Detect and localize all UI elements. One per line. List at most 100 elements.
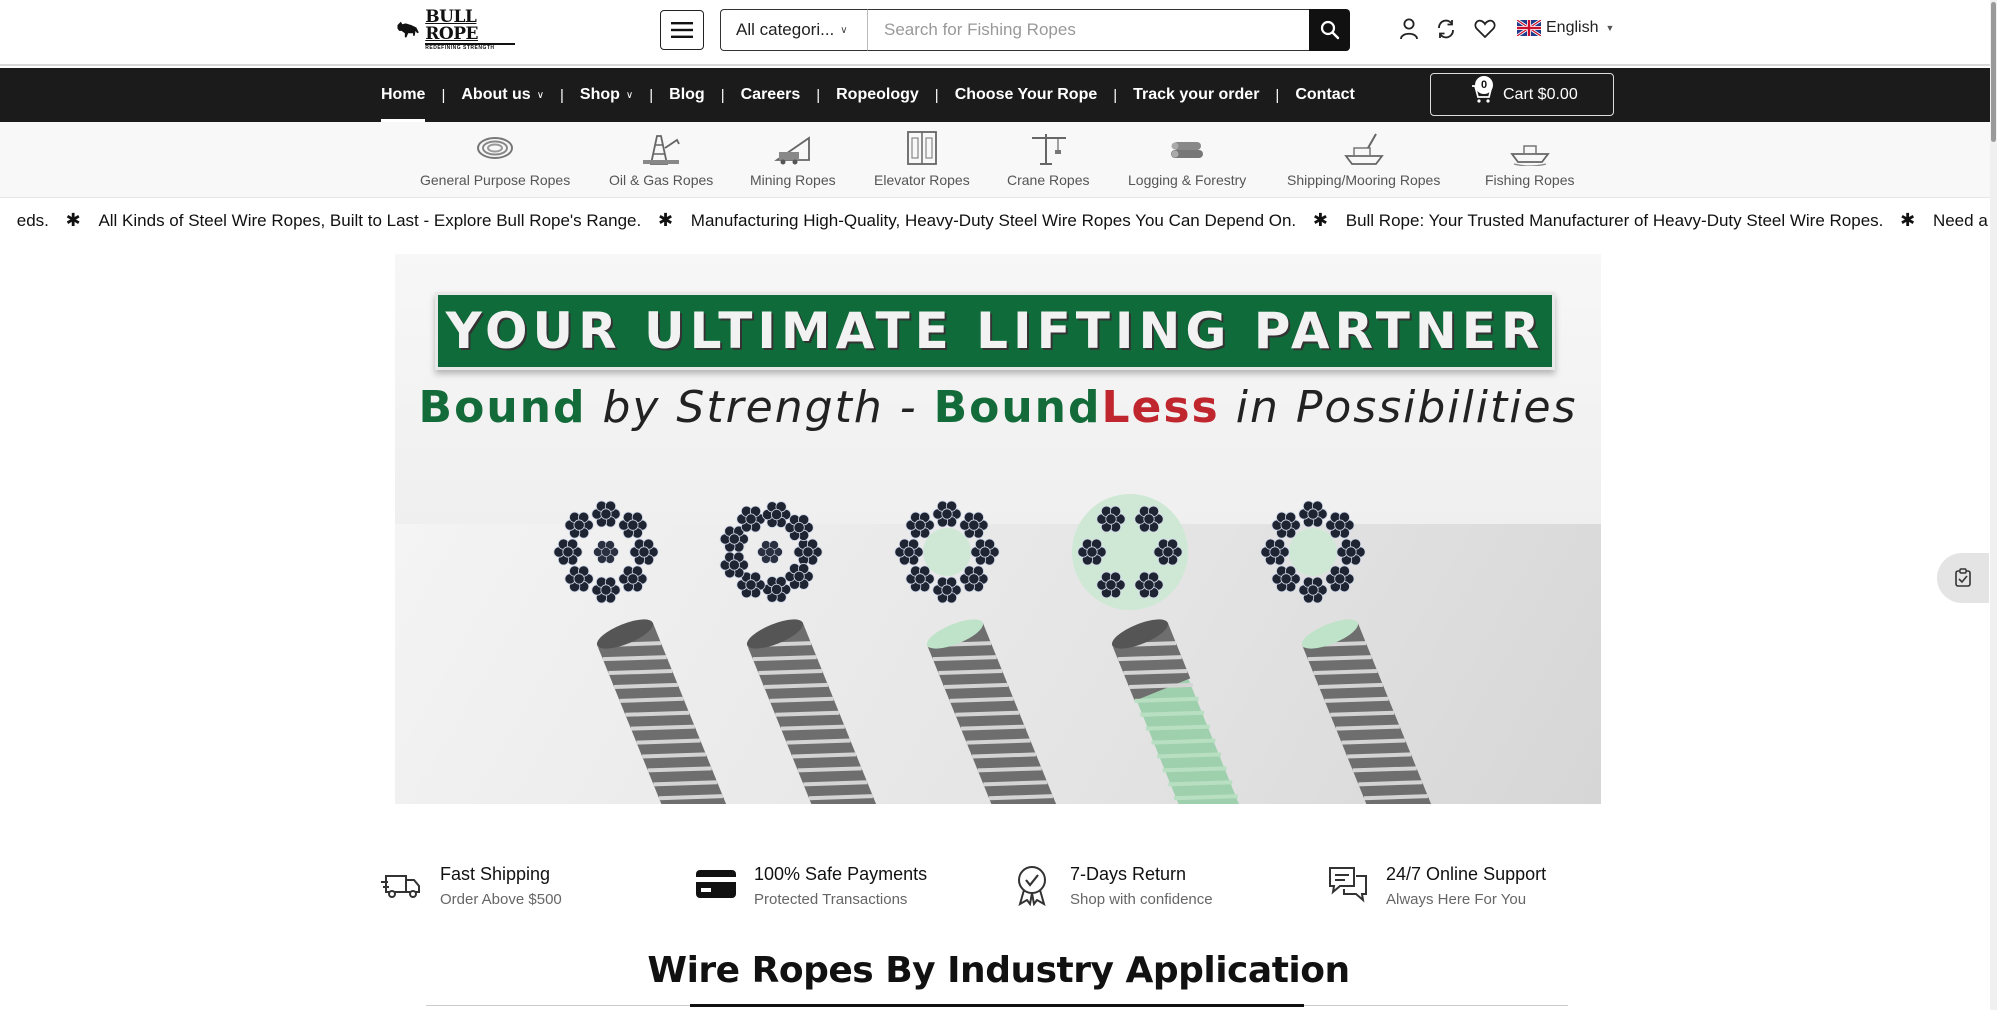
search-button[interactable] [1309,9,1350,51]
wishlist-button[interactable] [1472,16,1498,42]
hero-sub-bound: Bound [418,382,587,433]
mining-icon [773,136,810,165]
credit-card-icon [696,870,736,898]
category-oil-gas[interactable]: Oil & Gas Ropes [609,130,713,188]
feature-return: 7-Days Return Shop with confidence [1010,862,1213,908]
search-input[interactable] [867,9,1310,51]
category-label: General Purpose Ropes [420,172,571,188]
nav-separator: | [816,86,821,104]
category-logging[interactable]: Logging & Forestry [1128,130,1246,188]
logo-text: BULL ROPE [425,9,515,45]
cart-total: Cart $0.00 [1503,85,1578,103]
side-floating-button[interactable] [1937,553,1989,603]
ticker-item: Need a Specific Steel W [1932,211,1997,230]
delivery-truck-icon [381,875,420,898]
scrollbar-track[interactable] [1990,0,1997,1010]
hero-sub-bound2: Bound [933,382,1102,433]
nav-separator: | [560,86,564,104]
nav-list: Home | About us ∨ | Shop ∨ | Blog | Career… [381,68,1355,122]
category-icon-row: General Purpose Ropes Oil & Gas Ropes Mi… [0,122,1997,198]
heart-icon [1474,19,1496,39]
cart-count-badge: 0 [1475,76,1493,94]
chevron-down-icon: ∨ [625,89,634,101]
category-fishing[interactable]: Fishing Ropes [1485,130,1575,188]
nav-item-choose-your-rope[interactable]: Choose Your Rope [955,68,1098,122]
compare-button[interactable] [1433,16,1459,42]
nav-item-blog[interactable]: Blog [669,68,705,122]
nav-item-home[interactable]: Home [381,68,426,122]
scrollbar-thumb[interactable] [1991,2,1996,142]
category-label: Shipping/Mooring Ropes [1287,172,1441,188]
award-badge-icon [1018,866,1046,906]
nav-item-ropeology[interactable]: Ropeology [836,68,919,122]
hero-banner[interactable]: YOUR ULTIMATE LIFTING PARTNER Bound by S… [395,254,1601,804]
category-label: Fishing Ropes [1485,172,1575,188]
rope-cross-sections-image [553,494,1433,804]
feature-title: Fast Shipping [440,864,551,884]
top-header: BULL ROPE REDEFINING STRENGTH All catego… [0,0,1997,66]
feature-fast-shipping: Fast Shipping Order Above $500 [380,862,562,908]
star-icon: ✱ [657,210,674,230]
category-elevator[interactable]: Elevator Ropes [874,130,970,188]
hero-title: YOUR ULTIMATE LIFTING PARTNER [445,302,1545,360]
category-label: Elevator Ropes [874,172,970,188]
account-button[interactable] [1396,16,1422,42]
caret-down-icon: ▼ [1605,23,1615,33]
nav-separator: | [441,86,446,104]
chat-support-icon [1329,867,1367,903]
feature-title: 7-Days Return [1070,864,1187,884]
compare-refresh-icon [1438,19,1454,39]
elevator-icon [906,131,937,165]
nav-label: Blog [669,86,705,103]
crane-icon [1032,134,1067,165]
feature-subtitle: Protected Transactions [754,891,908,908]
nav-separator: | [649,86,654,104]
nav-item-about-us[interactable]: About us ∨ [461,68,544,122]
nav-label: Ropeology [836,86,919,103]
star-icon: ✱ [65,210,81,230]
nav-separator: | [934,86,939,104]
category-general-purpose[interactable]: General Purpose Ropes [420,130,570,188]
hero-title-box: YOUR ULTIMATE LIFTING PARTNER [435,292,1555,370]
hamburger-icon [671,22,693,38]
nav-item-contact[interactable]: Contact [1295,68,1355,122]
category-label: Oil & Gas Ropes [609,172,714,188]
nav-label: Track your order [1133,86,1260,103]
uk-flag-icon [1517,20,1541,36]
section-title-underline [690,1004,1304,1007]
category-label: Logging & Forestry [1128,172,1247,188]
nav-label: Contact [1295,86,1355,103]
category-shipping-mooring[interactable]: Shipping/Mooring Ropes [1287,130,1440,188]
star-icon: ✱ [1900,210,1916,230]
nav-item-track-order[interactable]: Track your order [1133,68,1259,122]
category-select[interactable]: All categori... ∨ [720,9,867,51]
hero-subtitle: Bound by Strength - BoundLess in Possibi… [395,382,1601,433]
chevron-down-icon: ∨ [536,89,545,101]
ticker-item: Bull Rope: Your Trusted Manufacturer of … [1345,211,1884,230]
nav-item-shop[interactable]: Shop ∨ [580,68,633,122]
user-icon [1400,18,1418,40]
category-select-value: All categori... [736,20,835,39]
rope-coil-icon [477,137,514,159]
nav-label: Home [381,86,426,103]
language-selector[interactable]: English ▼ [1517,19,1614,37]
section-title: Wire Ropes By Industry Application [647,950,1350,991]
main-nav: Home | About us ∨ | Shop ∨ | Blog | Career… [0,68,1997,122]
star-icon: ✱ [1312,210,1328,230]
category-crane[interactable]: Crane Ropes [1007,130,1090,188]
hero-sub-less: Less [1101,382,1220,433]
nav-separator: | [1275,86,1280,104]
nav-label: Careers [740,86,801,103]
hamburger-menu-button[interactable] [660,10,704,50]
ticker-item: Manufacturing High-Quality, Heavy-Duty S… [690,211,1297,230]
site-logo[interactable]: BULL ROPE REDEFINING STRENGTH [395,9,515,51]
fishing-boat-icon [1509,145,1550,166]
ticker-item: All Kinds of Steel Wire Ropes, Built to … [98,211,642,230]
language-label: English [1546,19,1599,36]
nav-item-careers[interactable]: Careers [741,68,801,122]
cart-button[interactable]: 0 Cart $0.00 [1430,73,1614,116]
search-icon [1320,20,1339,40]
feature-subtitle: Always Here For You [1386,891,1527,908]
feature-subtitle: Order Above $500 [440,891,562,908]
category-mining[interactable]: Mining Ropes [750,130,836,188]
